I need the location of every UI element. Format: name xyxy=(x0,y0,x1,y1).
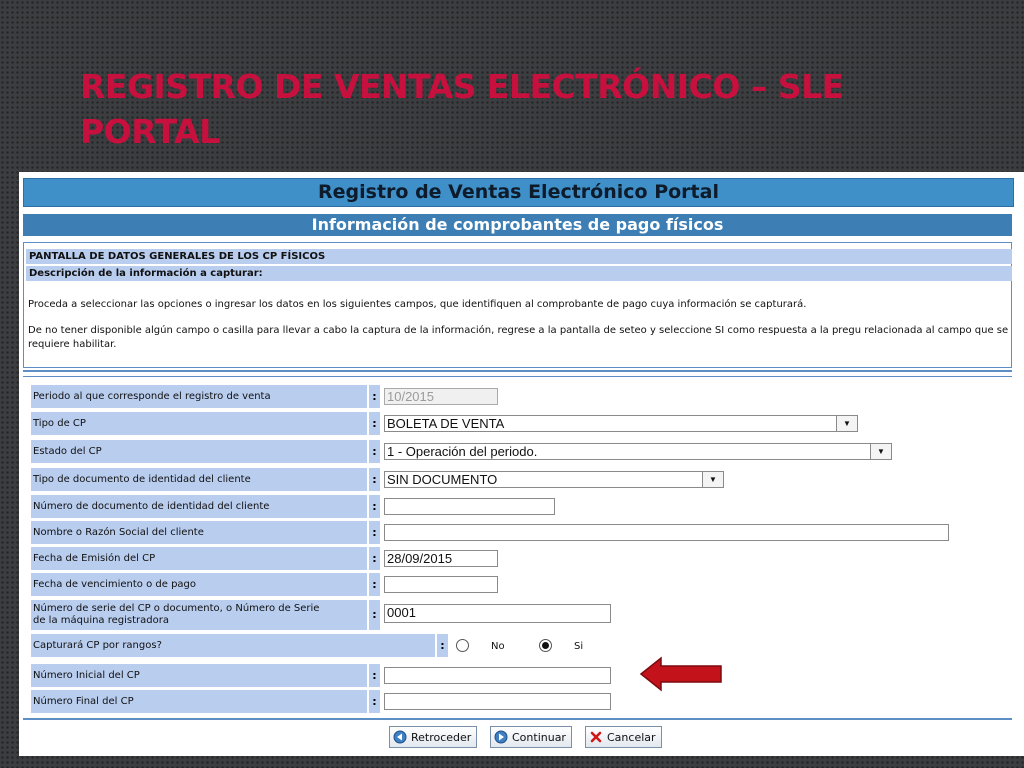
back-button-label: Retroceder xyxy=(411,730,472,744)
divider-top xyxy=(23,370,1012,372)
divider-bottom xyxy=(23,718,1012,720)
divider-top-2 xyxy=(23,376,1012,377)
instruction-paragraph-1: Proceda a seleccionar las opciones o ing… xyxy=(28,299,807,310)
tipo-doc-select[interactable]: SIN DOCUMENTO ▼ xyxy=(384,471,724,488)
fecha-emision-input[interactable]: 28/09/2015 xyxy=(384,550,498,567)
back-button[interactable]: Retroceder xyxy=(389,726,478,748)
colon: : xyxy=(369,440,380,463)
colon: : xyxy=(369,521,380,544)
row-num-doc: Número de documento de identidad del cli… xyxy=(31,495,1011,518)
rangos-radio-si[interactable] xyxy=(539,639,552,652)
colon: : xyxy=(369,573,380,596)
tipo-cp-value: BOLETA DE VENTA xyxy=(387,416,505,431)
row-fecha-emision: Fecha de Emisión del CP : 28/09/2015 xyxy=(31,547,1011,570)
info-box: PANTALLA DE DATOS GENERALES DE LOS CP FÍ… xyxy=(23,242,1012,368)
slide-title-line1: REGISTRO DE VENTAS ELECTRÓNICO – SLE xyxy=(80,67,844,106)
row-tipo-cp: Tipo de CP : BOLETA DE VENTA ▼ xyxy=(31,412,1011,435)
colon: : xyxy=(369,547,380,570)
colon: : xyxy=(369,468,380,491)
num-doc-input[interactable] xyxy=(384,498,555,515)
tipo-doc-value: SIN DOCUMENTO xyxy=(387,472,498,487)
chevron-down-icon[interactable]: ▼ xyxy=(870,444,891,459)
tipo-doc-label: Tipo de documento de identidad del clien… xyxy=(31,468,367,491)
tipo-cp-select[interactable]: BOLETA DE VENTA ▼ xyxy=(384,415,858,432)
slide-title: REGISTRO DE VENTAS ELECTRÓNICO – SLE POR… xyxy=(80,64,844,154)
serie-label-line1: Número de serie del CP o documento, o Nú… xyxy=(33,603,320,614)
num-final-label: Número Final del CP xyxy=(31,690,367,713)
fecha-vencimiento-label: Fecha de vencimiento o de pago xyxy=(31,573,367,596)
instruction-paragraph-2: De no tener disponible algún campo o cas… xyxy=(28,325,1009,350)
arrow-right-circle-icon xyxy=(494,730,508,744)
chevron-down-icon[interactable]: ▼ xyxy=(702,472,723,487)
periodo-label: Periodo al que corresponde el registro d… xyxy=(31,385,367,408)
cancel-button-label: Cancelar xyxy=(607,730,656,744)
row-num-final: Número Final del CP : xyxy=(31,690,1011,713)
portal-subtitle: Información de comprobantes de pago físi… xyxy=(23,214,1012,236)
rangos-label-si: Si xyxy=(574,641,584,652)
colon: : xyxy=(369,664,380,687)
periodo-field: 10/2015 xyxy=(384,388,498,405)
description-title: Descripción de la información a capturar… xyxy=(26,266,1012,281)
row-serie: Número de serie del CP o documento, o Nú… xyxy=(31,600,1011,630)
num-doc-label: Número de documento de identidad del cli… xyxy=(31,495,367,518)
serie-label-line2: de la máquina registradora xyxy=(33,615,169,626)
rangos-label: Capturará CP por rangos? xyxy=(31,634,435,657)
chevron-down-icon[interactable]: ▼ xyxy=(836,416,857,431)
estado-cp-label: Estado del CP xyxy=(31,440,367,463)
colon: : xyxy=(369,385,380,408)
continue-button-label: Continuar xyxy=(512,730,566,744)
row-fecha-vencimiento: Fecha de vencimiento o de pago : xyxy=(31,573,1011,596)
colon: : xyxy=(369,690,380,713)
nombre-label: Nombre o Razón Social del cliente xyxy=(31,521,367,544)
colon: : xyxy=(369,412,380,435)
row-num-inicial: Número Inicial del CP : xyxy=(31,664,1011,687)
cancel-button[interactable]: Cancelar xyxy=(585,726,662,748)
num-inicial-input[interactable] xyxy=(384,667,611,684)
row-nombre: Nombre o Razón Social del cliente : xyxy=(31,521,1011,544)
rangos-label-no: No xyxy=(491,641,505,652)
estado-cp-value: 1 - Operación del periodo. xyxy=(387,444,538,459)
rangos-radio-no[interactable] xyxy=(456,639,469,652)
arrow-left-callout-icon xyxy=(639,656,722,692)
colon: : xyxy=(369,495,380,518)
colon: : xyxy=(437,634,448,657)
slide-title-line2: PORTAL xyxy=(80,112,220,151)
fecha-vencimiento-input[interactable] xyxy=(384,576,498,593)
portal-screenshot: Registro de Ventas Electrónico Portal In… xyxy=(19,172,1024,756)
serie-input[interactable]: 0001 xyxy=(384,604,611,623)
num-final-input[interactable] xyxy=(384,693,611,710)
arrow-left-circle-icon xyxy=(393,730,407,744)
fecha-emision-label: Fecha de Emisión del CP xyxy=(31,547,367,570)
row-rangos: Capturará CP por rangos? : No Si xyxy=(31,634,1011,657)
row-periodo: Periodo al que corresponde el registro d… xyxy=(31,385,1011,408)
num-inicial-label: Número Inicial del CP xyxy=(31,664,367,687)
screen-title: PANTALLA DE DATOS GENERALES DE LOS CP FÍ… xyxy=(26,249,1012,264)
serie-label: Número de serie del CP o documento, o Nú… xyxy=(31,600,367,630)
estado-cp-select[interactable]: 1 - Operación del periodo. ▼ xyxy=(384,443,892,460)
portal-title: Registro de Ventas Electrónico Portal xyxy=(23,178,1014,207)
row-estado-cp: Estado del CP : 1 - Operación del period… xyxy=(31,440,1011,463)
x-mark-icon xyxy=(590,731,602,743)
row-tipo-doc: Tipo de documento de identidad del clien… xyxy=(31,468,1011,491)
colon: : xyxy=(369,600,380,630)
nombre-input[interactable] xyxy=(384,524,949,541)
tipo-cp-label: Tipo de CP xyxy=(31,412,367,435)
continue-button[interactable]: Continuar xyxy=(490,726,572,748)
